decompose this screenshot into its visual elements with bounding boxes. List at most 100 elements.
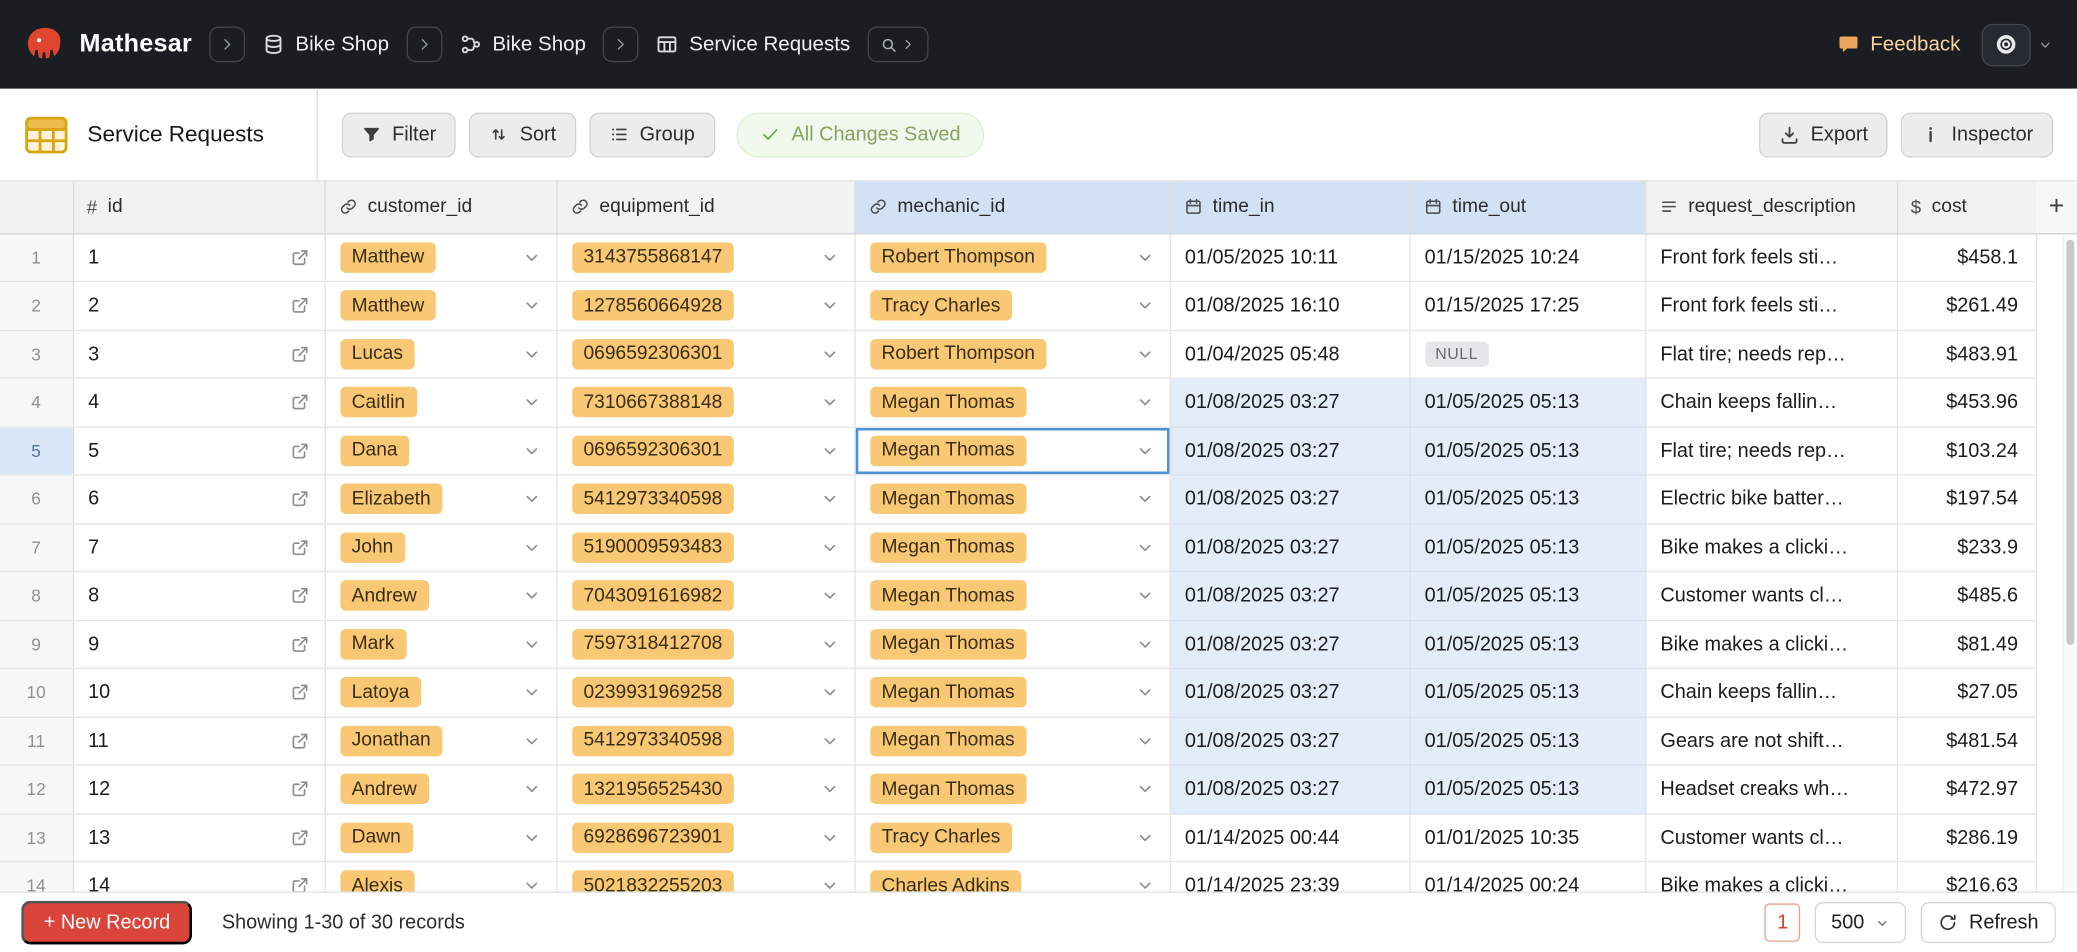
cell-request_description[interactable]: Customer wants cl…	[1645, 813, 1897, 861]
chevron-down-icon[interactable]	[1135, 828, 1155, 848]
cell-time_in[interactable]: 01/04/2025 05:48	[1170, 330, 1410, 378]
cell-cost[interactable]: $483.91	[1897, 330, 2036, 378]
cell-time_in[interactable]: 01/08/2025 03:27	[1170, 620, 1410, 668]
cell-time_out[interactable]: 01/15/2025 17:25	[1409, 281, 1645, 329]
cell-id[interactable]: 4	[73, 378, 325, 426]
chevron-down-icon[interactable]	[521, 634, 541, 654]
cell-cost[interactable]: $233.9	[1897, 523, 2036, 571]
breadcrumb-database[interactable]: Bike Shop	[262, 32, 389, 56]
cell-cost[interactable]: $197.54	[1897, 475, 2036, 523]
chevron-down-icon[interactable]	[521, 828, 541, 848]
cell-customer_id[interactable]: Jonathan	[325, 717, 557, 765]
cell-equipment_id[interactable]: 5021832255203	[556, 862, 854, 892]
cell-id[interactable]: 5	[73, 427, 325, 475]
external-link-icon[interactable]	[289, 876, 309, 892]
row-number-cell[interactable]: 10	[0, 668, 73, 716]
new-record-button[interactable]: + New Record	[21, 901, 192, 945]
cell-request_description[interactable]: Flat tire; needs rep…	[1645, 330, 1897, 378]
cell-id[interactable]: 14	[73, 862, 325, 892]
cell-time_out[interactable]: 01/01/2025 10:35	[1409, 813, 1645, 861]
chevron-down-icon[interactable]	[521, 296, 541, 316]
cell-equipment_id[interactable]: 0239931969258	[556, 668, 854, 716]
column-header-customer_id[interactable]: customer_id	[325, 181, 557, 233]
scrollbar-thumb[interactable]	[2066, 240, 2074, 645]
row-number-cell[interactable]: 3	[0, 330, 73, 378]
external-link-icon[interactable]	[289, 489, 309, 509]
cell-time_in[interactable]: 01/08/2025 03:27	[1170, 668, 1410, 716]
cell-mechanic_id[interactable]: Megan Thomas	[854, 765, 1169, 813]
external-link-icon[interactable]	[289, 537, 309, 557]
cell-mechanic_id[interactable]: Megan Thomas	[854, 620, 1169, 668]
breadcrumb-table[interactable]: Service Requests	[656, 32, 850, 56]
cell-id[interactable]: 9	[73, 620, 325, 668]
cell-time_in[interactable]: 01/08/2025 03:27	[1170, 427, 1410, 475]
external-link-icon[interactable]	[289, 634, 309, 654]
cell-id[interactable]: 12	[73, 765, 325, 813]
cell-mechanic_id[interactable]: Megan Thomas	[854, 378, 1169, 426]
cell-time_in[interactable]: 01/14/2025 23:39	[1170, 862, 1410, 892]
external-link-icon[interactable]	[289, 344, 309, 364]
column-header-equipment_id[interactable]: equipment_id	[556, 181, 854, 233]
chevron-down-icon[interactable]	[819, 392, 839, 412]
cell-time_out[interactable]: 01/05/2025 05:13	[1409, 475, 1645, 523]
row-number-cell[interactable]: 11	[0, 717, 73, 765]
cell-request_description[interactable]: Bike makes a clicki…	[1645, 862, 1897, 892]
row-number-cell[interactable]: 14	[0, 862, 73, 892]
cell-id[interactable]: 6	[73, 475, 325, 523]
chevron-down-icon[interactable]	[521, 586, 541, 606]
cell-mechanic_id[interactable]: Charles Adkins	[854, 862, 1169, 892]
cell-time_in[interactable]: 01/08/2025 03:27	[1170, 475, 1410, 523]
cell-equipment_id[interactable]: 0696592306301	[556, 330, 854, 378]
cell-id[interactable]: 13	[73, 813, 325, 861]
external-link-icon[interactable]	[289, 779, 309, 799]
cell-time_in[interactable]: 01/08/2025 03:27	[1170, 572, 1410, 620]
external-link-icon[interactable]	[289, 441, 309, 461]
breadcrumb-schema[interactable]: Bike Shop	[459, 32, 586, 56]
cell-time_out[interactable]: NULL	[1409, 330, 1645, 378]
cell-cost[interactable]: $103.24	[1897, 427, 2036, 475]
cell-customer_id[interactable]: Alexis	[325, 862, 557, 892]
export-button[interactable]: Export	[1759, 112, 1888, 157]
page-size-select[interactable]: 500	[1815, 902, 1906, 943]
chevron-down-icon[interactable]	[1135, 296, 1155, 316]
cell-cost[interactable]: $485.6	[1897, 572, 2036, 620]
cell-time_out[interactable]: 01/05/2025 05:13	[1409, 765, 1645, 813]
inspector-button[interactable]: Inspector	[1901, 112, 2053, 157]
external-link-icon[interactable]	[289, 586, 309, 606]
row-number-cell[interactable]: 8	[0, 572, 73, 620]
cell-time_out[interactable]: 01/05/2025 05:13	[1409, 523, 1645, 571]
chevron-down-icon[interactable]	[819, 586, 839, 606]
chevron-down-icon[interactable]	[819, 634, 839, 654]
chevron-down-icon[interactable]	[521, 731, 541, 751]
column-header-cost[interactable]: $cost	[1897, 181, 2036, 233]
external-link-icon[interactable]	[289, 683, 309, 703]
settings-menu[interactable]	[1982, 23, 2054, 65]
cell-cost[interactable]: $458.1	[1897, 233, 2036, 281]
chevron-down-icon[interactable]	[819, 828, 839, 848]
column-header-request_description[interactable]: request_description	[1645, 181, 1897, 233]
chevron-down-icon[interactable]	[819, 344, 839, 364]
cell-equipment_id[interactable]: 5412973340598	[556, 717, 854, 765]
cell-id[interactable]: 3	[73, 330, 325, 378]
cell-cost[interactable]: $472.97	[1897, 765, 2036, 813]
cell-customer_id[interactable]: Matthew	[325, 233, 557, 281]
cell-equipment_id[interactable]: 6928696723901	[556, 813, 854, 861]
cell-equipment_id[interactable]: 1321956525430	[556, 765, 854, 813]
cell-customer_id[interactable]: Caitlin	[325, 378, 557, 426]
chevron-down-icon[interactable]	[1135, 634, 1155, 654]
row-number-cell[interactable]: 6	[0, 475, 73, 523]
cell-time_out[interactable]: 01/15/2025 10:24	[1409, 233, 1645, 281]
cell-cost[interactable]: $453.96	[1897, 378, 2036, 426]
chevron-down-icon[interactable]	[1135, 683, 1155, 703]
cell-time_out[interactable]: 01/05/2025 05:13	[1409, 378, 1645, 426]
cell-time_out[interactable]: 01/05/2025 05:13	[1409, 668, 1645, 716]
cell-request_description[interactable]: Customer wants cl…	[1645, 572, 1897, 620]
cell-customer_id[interactable]: Dana	[325, 427, 557, 475]
cell-id[interactable]: 10	[73, 668, 325, 716]
cell-equipment_id[interactable]: 1278560664928	[556, 281, 854, 329]
chevron-down-icon[interactable]	[521, 489, 541, 509]
filter-button[interactable]: Filter	[342, 112, 456, 157]
chevron-down-icon[interactable]	[1135, 586, 1155, 606]
cell-cost[interactable]: $27.05	[1897, 668, 2036, 716]
chevron-down-icon[interactable]	[1135, 247, 1155, 267]
